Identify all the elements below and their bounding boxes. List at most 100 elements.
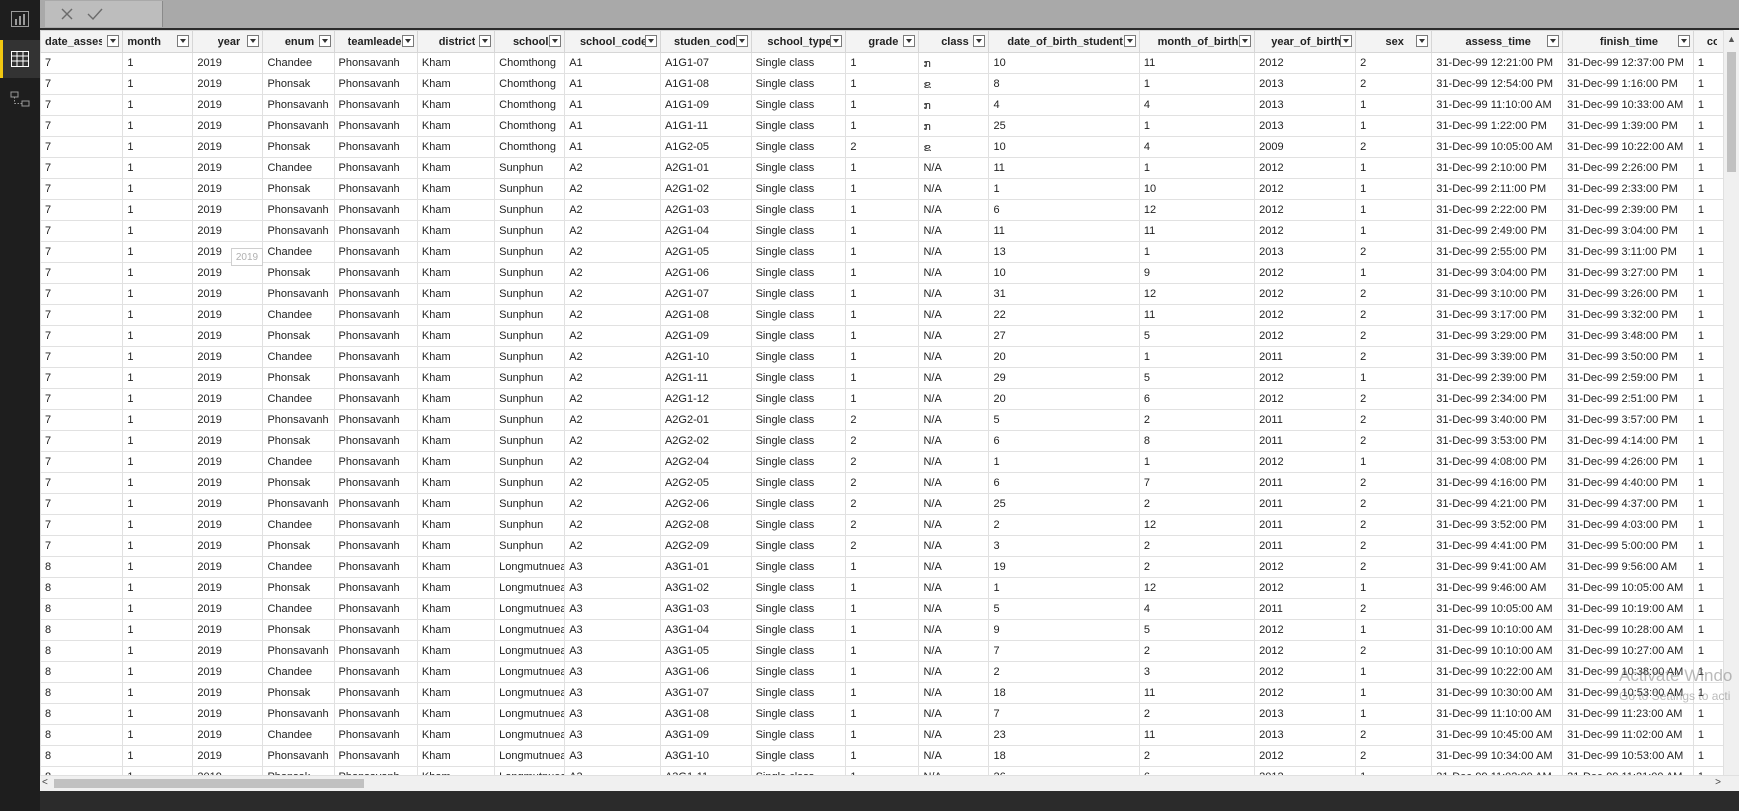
cell-year[interactable]: 2019: [192, 73, 264, 95]
cell-month[interactable]: 1: [122, 262, 194, 284]
cell-studen-code[interactable]: A2G1-12: [659, 388, 752, 410]
cell-teamleader[interactable]: Phonsavanh: [333, 136, 418, 158]
cell-finish-time[interactable]: 31-Dec-99 2:26:00 PM: [1562, 157, 1694, 179]
cell-school-code[interactable]: A1: [564, 136, 661, 158]
cell-year[interactable]: 2019: [192, 451, 264, 473]
cell-enum[interactable]: Phonsak: [262, 178, 335, 200]
cell-date-of-birth-student[interactable]: 22: [988, 304, 1140, 326]
cell-district[interactable]: Kham: [416, 514, 496, 536]
cell-date-assess[interactable]: 8: [40, 598, 124, 620]
cell-date-assess[interactable]: 8: [40, 577, 124, 599]
cell-enum[interactable]: Chandee: [262, 661, 335, 683]
cell-month[interactable]: 1: [122, 388, 194, 410]
cell-month-of-birth[interactable]: 1: [1138, 73, 1256, 95]
column-header-school[interactable]: school: [494, 30, 566, 53]
scroll-up-icon[interactable]: ▲: [1727, 34, 1736, 44]
cell-finish-time[interactable]: 31-Dec-99 3:48:00 PM: [1562, 325, 1694, 347]
cell-finish-time[interactable]: 31-Dec-99 5:00:00 PM: [1562, 535, 1694, 557]
cell-grade[interactable]: 2: [845, 409, 920, 431]
cell-assess-time[interactable]: 31-Dec-99 10:05:00 AM: [1431, 136, 1564, 158]
cell-date-of-birth-student[interactable]: 5: [988, 409, 1140, 431]
cell-school-type[interactable]: Single class: [750, 178, 847, 200]
cell-grade[interactable]: 2: [845, 493, 920, 515]
cell-class[interactable]: N/A: [918, 346, 990, 368]
filter-dropdown-icon[interactable]: [644, 35, 657, 47]
cell-month[interactable]: 1: [122, 136, 194, 158]
cell-assess-time[interactable]: 31-Dec-99 4:08:00 PM: [1431, 451, 1564, 473]
cell-month-of-birth[interactable]: 2: [1138, 556, 1256, 578]
cell-school-code[interactable]: A2: [564, 304, 661, 326]
cell-grade[interactable]: 1: [845, 682, 920, 704]
cell-year[interactable]: 2019: [192, 283, 264, 305]
cell-district[interactable]: Kham: [416, 388, 496, 410]
cell-studen-code[interactable]: A3G1-05: [659, 640, 752, 662]
cell-district[interactable]: Kham: [416, 262, 496, 284]
cell-school[interactable]: Longmutnuea: [494, 745, 566, 767]
cell-date-of-birth-student[interactable]: 18: [988, 745, 1140, 767]
cell-enum[interactable]: Chandee: [262, 157, 335, 179]
cell-month[interactable]: 1: [122, 409, 194, 431]
cell-month[interactable]: 1: [122, 724, 194, 746]
cell-finish-time[interactable]: 31-Dec-99 10:19:00 AM: [1562, 598, 1694, 620]
cell-teamleader[interactable]: Phonsavanh: [333, 94, 418, 116]
cell-date-of-birth-student[interactable]: 10: [988, 262, 1140, 284]
cell-year[interactable]: 2019: [192, 388, 264, 410]
cell-school-code[interactable]: A2: [564, 535, 661, 557]
column-header-class[interactable]: class: [918, 30, 990, 53]
cell-studen-code[interactable]: A2G1-05: [659, 241, 752, 263]
cell-sex[interactable]: 2: [1355, 409, 1433, 431]
cell-month-of-birth[interactable]: 12: [1138, 514, 1256, 536]
cell-month-of-birth[interactable]: 12: [1138, 283, 1256, 305]
cell-class[interactable]: N/A: [918, 577, 990, 599]
cell-assess-time[interactable]: 31-Dec-99 10:05:00 AM: [1431, 598, 1564, 620]
cell-studen-code[interactable]: A3G1-07: [659, 682, 752, 704]
cell-date-assess[interactable]: 7: [40, 346, 124, 368]
cell-school-type[interactable]: Single class: [750, 304, 847, 326]
cell-assess-time[interactable]: 31-Dec-99 2:39:00 PM: [1431, 367, 1564, 389]
cell-enum[interactable]: Chandee: [262, 304, 335, 326]
cell-date-assess[interactable]: 7: [40, 325, 124, 347]
cell-date-of-birth-student[interactable]: 19: [988, 556, 1140, 578]
cell-year-of-birth[interactable]: 2012: [1254, 262, 1357, 284]
cell-month[interactable]: 1: [122, 745, 194, 767]
cell-class[interactable]: ຂ: [918, 136, 990, 158]
cell-month-of-birth[interactable]: 10: [1138, 178, 1256, 200]
cell-school-code[interactable]: A2: [564, 199, 661, 221]
cell-year-of-birth[interactable]: 2012: [1254, 283, 1357, 305]
cell-district[interactable]: Kham: [416, 745, 496, 767]
model-view-button[interactable]: [0, 80, 40, 118]
cell-year[interactable]: 2019: [192, 661, 264, 683]
cell-district[interactable]: Kham: [416, 556, 496, 578]
cell-class[interactable]: N/A: [918, 724, 990, 746]
cell-assess-time[interactable]: 31-Dec-99 10:22:00 AM: [1431, 661, 1564, 683]
cell-school[interactable]: Sunphun: [494, 283, 566, 305]
cell-year[interactable]: 2019: [192, 157, 264, 179]
cell-school-code[interactable]: A2: [564, 325, 661, 347]
cell-finish-time[interactable]: 31-Dec-99 10:27:00 AM: [1562, 640, 1694, 662]
filter-dropdown-icon[interactable]: [1547, 35, 1560, 47]
cell-month[interactable]: 1: [122, 220, 194, 242]
cell-studen-code[interactable]: A2G1-02: [659, 178, 752, 200]
cell-grade[interactable]: 1: [845, 325, 920, 347]
cell-school[interactable]: Longmutnuea: [494, 682, 566, 704]
cell-teamleader[interactable]: Phonsavanh: [333, 241, 418, 263]
cell-year[interactable]: 2019: [192, 598, 264, 620]
cell-date-of-birth-student[interactable]: 2: [988, 661, 1140, 683]
cell-school-type[interactable]: Single class: [750, 73, 847, 95]
cell-date-of-birth-student[interactable]: 11: [988, 220, 1140, 242]
cell-grade[interactable]: 2: [845, 451, 920, 473]
cell-school-code[interactable]: A3: [564, 661, 661, 683]
cell-year[interactable]: 2019: [192, 556, 264, 578]
horizontal-scroll-thumb[interactable]: [54, 779, 364, 788]
cell-sex[interactable]: 1: [1355, 619, 1433, 641]
cell-district[interactable]: Kham: [416, 178, 496, 200]
cell-studen-code[interactable]: A2G1-06: [659, 262, 752, 284]
cell-school-code[interactable]: A2: [564, 262, 661, 284]
cell-date-assess[interactable]: 7: [40, 262, 124, 284]
scroll-left-icon[interactable]: <: [42, 777, 48, 788]
cell-date-assess[interactable]: 8: [40, 745, 124, 767]
cell-grade[interactable]: 2: [845, 430, 920, 452]
cell-grade[interactable]: 1: [845, 283, 920, 305]
cell-finish-time[interactable]: 31-Dec-99 4:37:00 PM: [1562, 493, 1694, 515]
cell-district[interactable]: Kham: [416, 577, 496, 599]
